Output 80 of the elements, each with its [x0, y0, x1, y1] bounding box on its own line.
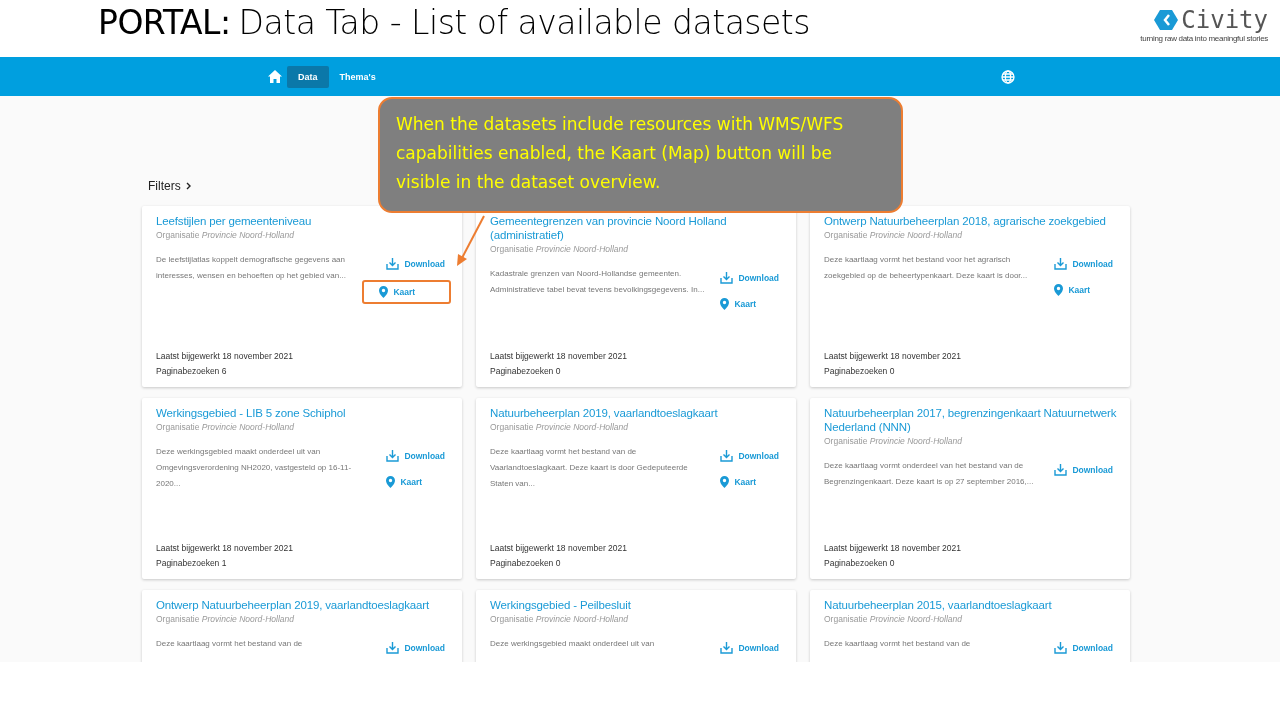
filters-toggle[interactable]: Filters	[148, 179, 181, 193]
updated-text: Laatst bijgewerkt 18 november 2021	[824, 542, 963, 555]
action-link[interactable]: Kaart	[714, 294, 785, 314]
action-link[interactable]: Download	[1048, 254, 1119, 274]
dataset-description: Deze kaartlaag vormt onderdeel van het bestand van de Begrenzingenkaart. Deze kaart is op 27 september 2016,...	[824, 460, 1035, 488]
action-link[interactable]: Download	[714, 638, 785, 658]
dataset-description: Deze kaartlaag vormt het bestand van de Vaarlandtoeslagkaart. Deze kaart is door Gedeputeerde Staten van...	[490, 446, 689, 490]
action-link[interactable]: Kaart	[714, 472, 785, 492]
updated-text: Laatst bijgewerkt 18 november 2021	[156, 542, 295, 555]
download-icon	[720, 450, 734, 462]
action-link[interactable]: Download	[1048, 638, 1119, 658]
action-link[interactable]: Download	[380, 638, 451, 658]
visits-text: Paginabezoeken 1	[156, 557, 228, 570]
visits-text: Paginabezoeken 6	[156, 365, 228, 378]
chevron-right-icon[interactable]	[185, 182, 191, 190]
download-icon	[386, 642, 400, 654]
dataset-title[interactable]: Natuurbeheerplan 2019, vaarlandtoeslagkaart	[490, 406, 793, 420]
callout-text: When the datasets include resources with WMS/WFS capabilities enabled, the Kaart (Map) button will be visible in the dataset overview.	[396, 114, 844, 192]
action-link[interactable]: Download	[380, 446, 451, 466]
organisation-text: Organisatie Provincie Noord-Holland	[824, 436, 963, 446]
visits-text: Paginabezoeken 0	[490, 557, 562, 570]
dataset-title[interactable]: Ontwerp Natuurbeheerplan 2019, vaarlandtoeslagkaart	[156, 598, 459, 612]
updated-text: Laatst bijgewerkt 18 november 2021	[490, 350, 629, 363]
home-icon[interactable]	[268, 70, 282, 83]
dataset-title[interactable]: Werkingsgebied - Peilbesluit	[490, 598, 793, 612]
nav-tab[interactable]: Data	[287, 65, 329, 88]
download-icon	[1054, 642, 1068, 654]
visits-text: Paginabezoeken 0	[824, 557, 896, 570]
action-link[interactable]: Download	[714, 446, 785, 466]
organisation-text: Organisatie Provincie Noord-Holland	[824, 230, 963, 240]
logo-name: Civity	[1181, 6, 1268, 34]
visits-text: Paginabezoeken 0	[490, 365, 562, 378]
action-link[interactable]: Kaart	[1048, 280, 1119, 300]
globe-icon[interactable]	[1001, 69, 1015, 84]
action-link[interactable]: Download	[1048, 460, 1119, 480]
dataset-description: Deze kaartlaag vormt het bestand voor het agrarisch zoekgebied op de beheertypenkaart. Deze kaart is door...	[824, 254, 1029, 282]
map-pin-icon	[1054, 284, 1064, 296]
organisation-text: Organisatie Provincie Noord-Holland	[824, 614, 963, 624]
map-pin-icon	[386, 476, 396, 488]
dataset-description: Deze kaartlaag vormt het bestand van de	[156, 638, 304, 650]
action-link[interactable]: Kaart	[380, 472, 451, 492]
dataset-description: Deze werkingsgebied maakt onderdeel uit van Omgevingsverordening NH2020, vastgesteld op 16-11-2020...	[156, 446, 353, 490]
map-pin-icon	[720, 476, 730, 488]
hexagon-logo-icon	[1153, 9, 1180, 31]
organisation-text: Organisatie Provincie Noord-Holland	[156, 614, 295, 624]
organisation-text: Organisatie Provincie Noord-Holland	[490, 244, 629, 254]
dataset-title[interactable]: Leefstijlen per gemeenteniveau	[156, 214, 459, 228]
dataset-description: Deze werkingsgebied maakt onderdeel uit van	[490, 638, 656, 650]
map-pin-icon	[379, 286, 389, 298]
updated-text: Laatst bijgewerkt 18 november 2021	[490, 542, 629, 555]
map-pin-icon	[720, 298, 730, 310]
callout-arrow	[457, 215, 485, 266]
visits-text: Paginabezoeken 0	[824, 365, 896, 378]
dataset-description: Deze kaartlaag vormt het bestand van de	[824, 638, 972, 650]
organisation-text: Organisatie Provincie Noord-Holland	[490, 422, 629, 432]
organisation-text: Organisatie Provincie Noord-Holland	[156, 422, 295, 432]
updated-text: Laatst bijgewerkt 18 november 2021	[824, 350, 963, 363]
dataset-title[interactable]: Gemeentegrenzen van provincie Noord Holland (administratief)	[490, 214, 793, 242]
dataset-title[interactable]: Werkingsgebied - LIB 5 zone Schiphol	[156, 406, 459, 420]
dataset-description: De leefstijlatlas koppelt demografische gegevens aan interesses, wensen en behoeften op het gebied van...	[156, 254, 347, 282]
organisation-text: Organisatie Provincie Noord-Holland	[490, 614, 629, 624]
action-link[interactable]: Download	[714, 268, 785, 288]
dataset-title[interactable]: Natuurbeheerplan 2017, begrenzingenkaart Natuurnetwerk Nederland (NNN)	[824, 406, 1127, 434]
slide-title-prefix: PORTAL:	[98, 3, 231, 42]
download-icon	[386, 258, 400, 270]
logo-tagline: turning raw data into meaningful stories	[1140, 34, 1268, 43]
action-link[interactable]: Download	[380, 254, 451, 274]
nav-tab[interactable]: Thema's	[328, 65, 387, 88]
action-link[interactable]: Kaart	[362, 280, 451, 304]
download-icon	[720, 272, 734, 284]
dataset-title[interactable]: Natuurbeheerplan 2015, vaarlandtoeslagkaart	[824, 598, 1127, 612]
dataset-title[interactable]: Ontwerp Natuurbeheerplan 2018, agrarische zoekgebied	[824, 214, 1127, 228]
download-icon	[720, 642, 734, 654]
download-icon	[386, 450, 400, 462]
download-icon	[1054, 258, 1068, 270]
slide-title: Data Tab - List of available datasets	[238, 3, 810, 42]
updated-text: Laatst bijgewerkt 18 november 2021	[156, 350, 295, 363]
organisation-text: Organisatie Provincie Noord-Holland	[156, 230, 295, 240]
download-icon	[1054, 464, 1068, 476]
dataset-description: Kadastrale grenzen van Noord-Hollandse gemeenten. Administratieve tabel bevat tevens bevolkingsgegevens. In...	[490, 268, 705, 296]
